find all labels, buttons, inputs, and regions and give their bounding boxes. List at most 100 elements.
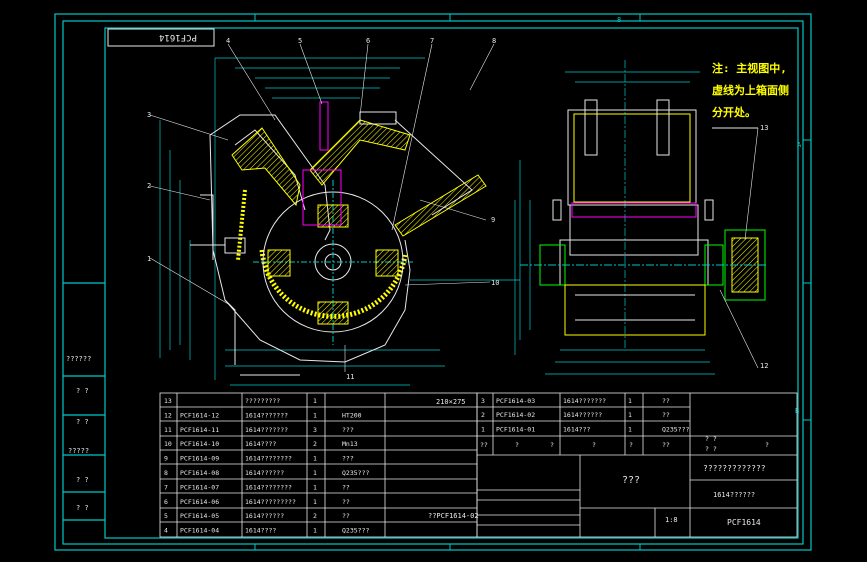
zone-mark-top: 8	[617, 16, 621, 24]
bom-cell-no: 10	[164, 440, 172, 448]
bom-cell-no: 13	[164, 397, 172, 405]
note-line: 虚线为上箱面侧	[712, 83, 789, 97]
zone-mark-a: A	[797, 141, 802, 149]
left-panel: ?????? ? ? ? ? ????? ? ? ? ?	[66, 355, 91, 512]
title-name2: 1614??????	[713, 491, 755, 499]
bom-cell-material: Mn13	[342, 440, 358, 448]
callout-7: 7	[430, 37, 434, 45]
bom-header-cell: ? ?	[705, 445, 717, 453]
note-line: 分开处。	[712, 105, 756, 119]
front-view	[149, 43, 520, 386]
bom-cell-no: 5	[164, 512, 168, 520]
bom-cell-material: ???	[342, 455, 354, 463]
bom-cell-name: 1614??????	[563, 411, 602, 419]
bom-cell-material: ??	[342, 483, 350, 491]
bom-cell-no: 3	[481, 397, 485, 405]
bom-cell-code: PCF1614-11	[180, 426, 219, 434]
bom-cell-name: 1614???????	[245, 426, 288, 434]
bom-cell-name: 1614????	[245, 527, 276, 535]
callout-6: 6	[366, 37, 370, 45]
bom-cell-no: 2	[481, 411, 485, 419]
bom-cell-name: 1614????	[245, 440, 276, 448]
bom-cell-material: Q235???	[342, 469, 369, 477]
bom-cell-no: 6	[164, 498, 168, 506]
bom-cell-no: 9	[164, 455, 168, 463]
bom-cell-qty: 1	[313, 498, 317, 506]
callout-11: 11	[346, 373, 354, 381]
bom-cell-code: PCF1614-03	[496, 397, 535, 405]
callout-8: 8	[492, 37, 496, 45]
bom-header-cell: ?	[515, 441, 519, 449]
bom-cell-material: Q235???	[342, 527, 369, 535]
bom-cell-code: PCF1614-02	[496, 411, 535, 419]
callout-13: 13	[760, 124, 768, 132]
bom-cell-material: HT200	[342, 411, 362, 419]
bom-cell-material: ??	[342, 512, 350, 520]
sheet-border	[54, 13, 812, 551]
bom-cell-code: PCF1614-04	[180, 527, 219, 535]
bom-header-cell: ? ?	[705, 435, 717, 443]
callout-9: 9	[491, 216, 495, 224]
left-panel-label: ? ?	[76, 387, 89, 395]
left-panel-label: ? ?	[76, 418, 89, 426]
bom-cell-name: 1614???	[563, 425, 590, 433]
bom-cell-code: PCF1614-08	[180, 469, 219, 477]
left-panel-label: ??????	[66, 355, 91, 363]
bom-cell-code: PCF1614-07	[180, 483, 219, 491]
bom-header-cell: ?	[592, 441, 596, 449]
callout-3: 3	[147, 111, 151, 119]
bom-cell-no: 11	[164, 426, 172, 434]
bom-cell-qty: 1	[313, 469, 317, 477]
part-code-ref: ??PCF1614-02	[428, 512, 479, 520]
bom-cell-name: ?????????	[245, 397, 280, 405]
bom-cell-name: 1614??????	[245, 512, 284, 520]
left-panel-label: ? ?	[76, 504, 89, 512]
bom-cell-material: ??	[342, 498, 350, 506]
callout-2: 2	[147, 182, 151, 190]
bom-cell-qty: 1	[313, 527, 317, 535]
bom-header-cell: ?	[550, 441, 554, 449]
bom-cell-code: PCF1614-10	[180, 440, 219, 448]
title-drawing-no: PCF1614	[727, 518, 761, 527]
bom-cell-qty: 1	[628, 425, 632, 433]
bom-cell-no: 1	[481, 425, 485, 433]
bom-cell-name: 1614???????	[563, 397, 606, 405]
bom-cell-code: PCF1614-06	[180, 498, 219, 506]
bom-cell-code: PCF1614-09	[180, 455, 219, 463]
bom-cell-material: ??	[662, 397, 670, 405]
bom-cell-no: 12	[164, 411, 172, 419]
bom-right-rows: 3 PCF1614-03 1614??????? 1 ?? 2 PCF1614-02 1614…	[481, 397, 689, 433]
bom-cell-name: 1614?????????	[245, 498, 296, 506]
bom-header-cell: ?	[765, 441, 769, 449]
bom-cell-no: 4	[164, 527, 168, 535]
bom-cell-qty: 1	[628, 397, 632, 405]
bom-header-cell: ?	[629, 441, 633, 449]
bom-cell-qty: 2	[313, 440, 317, 448]
bom-cell-code: PCF1614-05	[180, 512, 219, 520]
bom-cell-name: 1614???????	[245, 411, 288, 419]
bom-header-cell: ??	[662, 441, 670, 449]
bom-cell-qty: 1	[313, 397, 317, 405]
bom-header-cell: ??	[480, 441, 488, 449]
callout-12: 12	[760, 362, 768, 370]
left-panel-label: ? ?	[76, 476, 89, 484]
bom-cell-material: ???	[342, 426, 354, 434]
callout-4: 4	[226, 37, 230, 45]
bom-cell-qty: 1	[313, 455, 317, 463]
callout-1: 1	[147, 255, 151, 263]
callouts: 4 5 6 7 8 3 2 1 9 10 11 12 13	[147, 37, 768, 381]
callout-10: 10	[491, 279, 499, 287]
bom-cell-qty: 1	[313, 411, 317, 419]
bom-cell-no: 8	[164, 469, 168, 477]
title-drawing-name: ?????????????	[703, 464, 766, 473]
note: 注: 主视图中, 虚线为上箱面侧 分开处。	[712, 61, 789, 119]
bom-left-rows: 13????????? 112 PCF1614-12 1614??????? 1 HT20…	[164, 397, 369, 535]
code-box-text: PCF1614	[159, 32, 197, 42]
bom-cell-no: 7	[164, 483, 168, 491]
bom-cell-name: 1614??????	[245, 469, 284, 477]
bom-cell-qty: 2	[313, 512, 317, 520]
bom-cell-qty: 1	[628, 411, 632, 419]
bom-cell-name: 1614????????	[245, 455, 292, 463]
title-scale: 1:8	[665, 516, 678, 524]
bom-cell-qty: 1	[313, 483, 317, 491]
